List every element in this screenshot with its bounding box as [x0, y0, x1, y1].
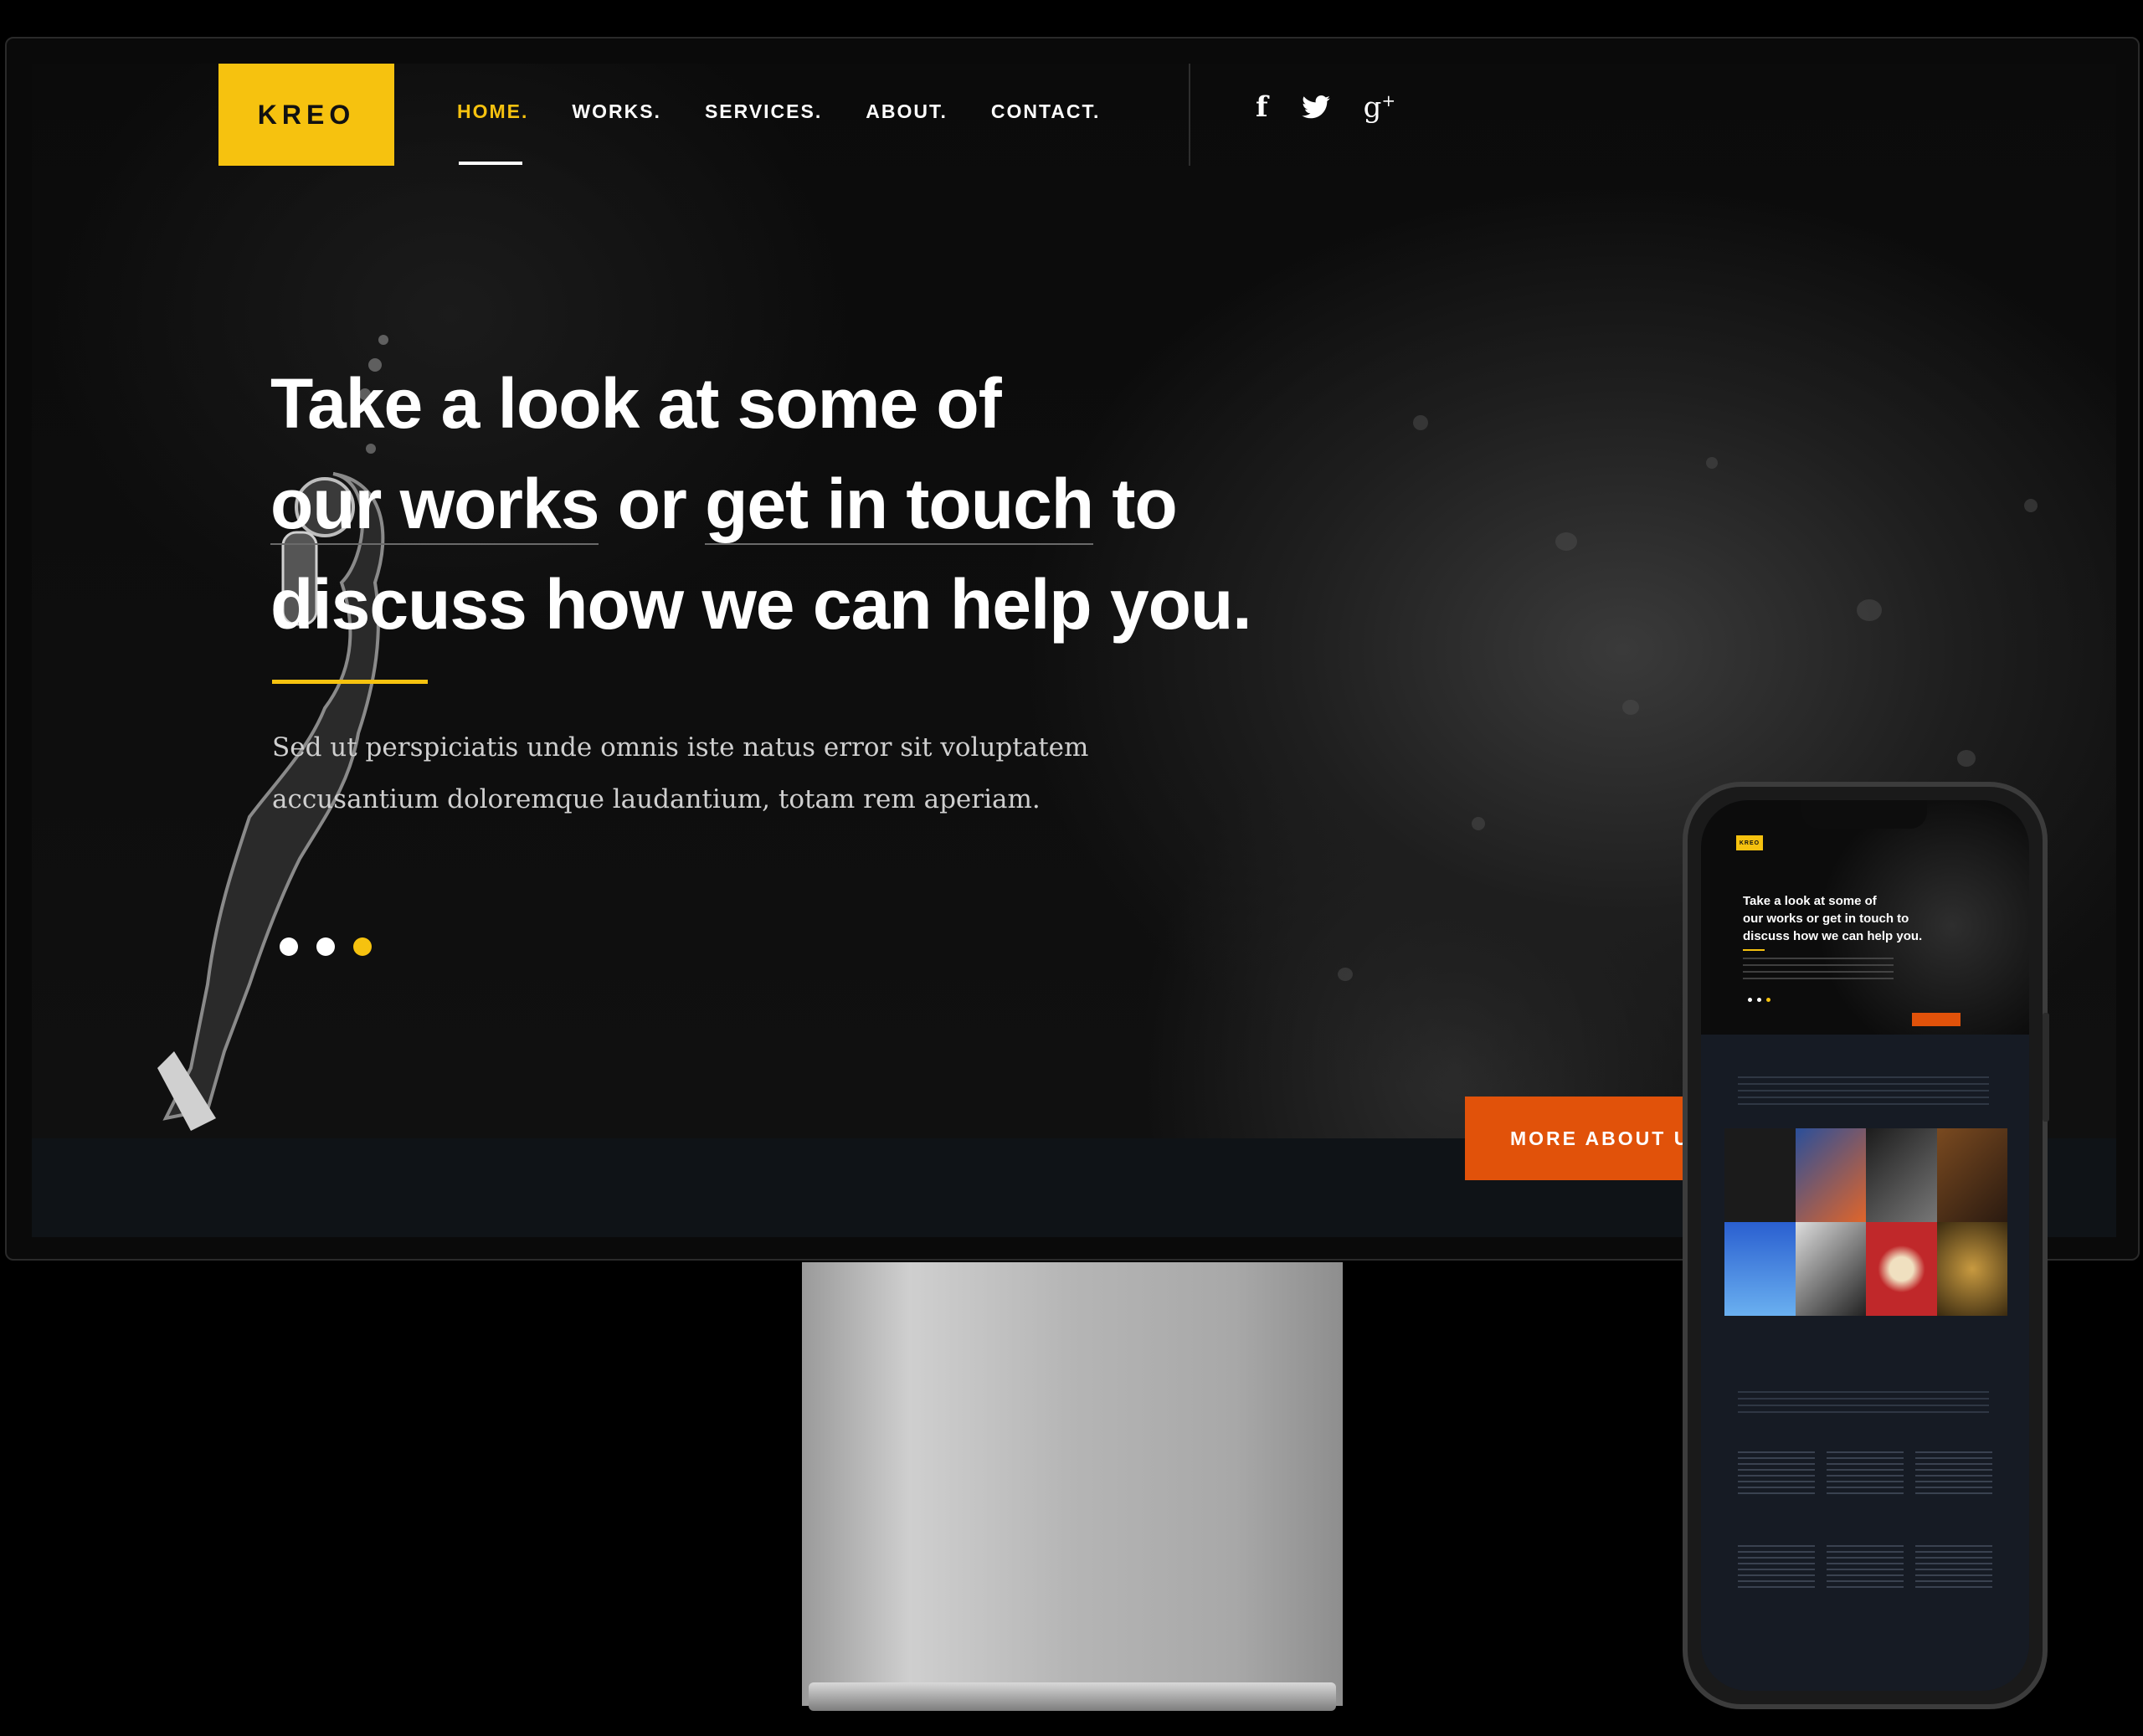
slider-pagination [280, 937, 372, 956]
phone-lead-text [1743, 958, 1894, 979]
lead-line-2: accusantium doloremque laudantium, totam… [272, 784, 1041, 814]
rock-texture [1338, 968, 1353, 981]
monitor-stand-base [809, 1682, 1336, 1711]
slider-dot[interactable] [1757, 998, 1761, 1002]
phone-device: KREO Take a look at some of our works or… [1683, 782, 2048, 1709]
portfolio-tile[interactable] [1795, 1128, 1866, 1222]
headline-text: or [599, 465, 706, 543]
slider-dot[interactable] [316, 937, 335, 956]
phone-notch [1801, 800, 1927, 829]
headline-line-2: our works or get in touch to [270, 454, 1359, 554]
monitor-stand [802, 1262, 1343, 1706]
rock-texture [2024, 499, 2038, 512]
social-links: f g+ [1256, 92, 1395, 121]
google-plus-icon[interactable]: g+ [1364, 92, 1396, 121]
headline-line-1: Take a look at some of [270, 364, 1002, 443]
rock-texture [1857, 599, 1882, 621]
phone-slider-pagination [1748, 998, 1770, 1002]
twitter-icon[interactable] [1301, 95, 1330, 119]
phone-logo[interactable]: KREO [1736, 835, 1763, 850]
hero-headline: Take a look at some of our works or get … [270, 353, 1359, 655]
slider-dot[interactable] [280, 937, 298, 956]
phone-service-text [1738, 1545, 1815, 1592]
rock-texture [1706, 457, 1718, 469]
phone-service-text [1915, 1545, 1992, 1592]
phone-hero: KREO Take a look at some of our works or… [1701, 800, 2029, 1035]
rock-texture [1555, 532, 1577, 551]
nav-about[interactable]: ABOUT. [866, 100, 948, 123]
site-logo[interactable]: KREO [218, 64, 394, 166]
rock-texture [1413, 415, 1428, 430]
phone-cta-button[interactable] [1912, 1013, 1961, 1026]
portfolio-tile[interactable] [1795, 1222, 1866, 1316]
slider-dot-active[interactable] [1766, 998, 1770, 1002]
rock-texture [1957, 750, 1976, 767]
facebook-icon[interactable]: f [1256, 93, 1268, 121]
contact-link[interactable]: get in touch [705, 465, 1094, 545]
phone-headline-line-3: discuss how we can help you. [1743, 929, 1923, 943]
phone-accent-divider [1743, 949, 1765, 951]
portfolio-tile[interactable] [1866, 1128, 1937, 1222]
phone-service-text [1738, 1451, 1815, 1498]
lead-line-1: Sed ut perspiciatis unde omnis iste natu… [272, 732, 1089, 763]
rock-texture [1622, 700, 1639, 715]
portfolio-tile[interactable] [1724, 1128, 1796, 1222]
phone-screen: KREO Take a look at some of our works or… [1701, 800, 2029, 1691]
headline-line-3: discuss how we can help you. [270, 565, 1252, 644]
rock-texture [1472, 817, 1485, 830]
phone-headline-line-2: our works or get in touch to [1743, 912, 1909, 926]
portfolio-tile[interactable] [1724, 1222, 1796, 1316]
works-link[interactable]: our works [270, 465, 599, 545]
phone-service-text [1915, 1451, 1992, 1498]
phone-service-text [1827, 1451, 1904, 1498]
phone-portfolio-grid [1724, 1128, 2007, 1316]
nav-services[interactable]: SERVICES. [705, 100, 822, 123]
nav-home[interactable]: HOME. [457, 100, 528, 165]
slider-dot[interactable] [1748, 998, 1752, 1002]
headline-text: to [1093, 465, 1177, 543]
portfolio-tile[interactable] [1936, 1222, 2007, 1316]
portfolio-tile[interactable] [1936, 1128, 2007, 1222]
phone-service-text [1827, 1545, 1904, 1592]
phone-section-text [1738, 1391, 1989, 1416]
nav-divider [1189, 64, 1190, 166]
main-navigation: HOME. WORKS. SERVICES. ABOUT. CONTACT. [457, 100, 1143, 165]
phone-section-text [1738, 1076, 1989, 1110]
phone-headline-line-1: Take a look at some of [1743, 894, 1877, 908]
nav-contact[interactable]: CONTACT. [991, 100, 1101, 123]
nav-works[interactable]: WORKS. [572, 100, 661, 123]
portfolio-tile[interactable] [1866, 1222, 1937, 1316]
phone-headline: Take a look at some of our works or get … [1743, 892, 1994, 945]
slider-dot-active[interactable] [353, 937, 372, 956]
accent-divider [272, 680, 428, 684]
hero-lead-text: Sed ut perspiciatis unde omnis iste natu… [272, 722, 1193, 825]
phone-side-button [2043, 1013, 2049, 1122]
